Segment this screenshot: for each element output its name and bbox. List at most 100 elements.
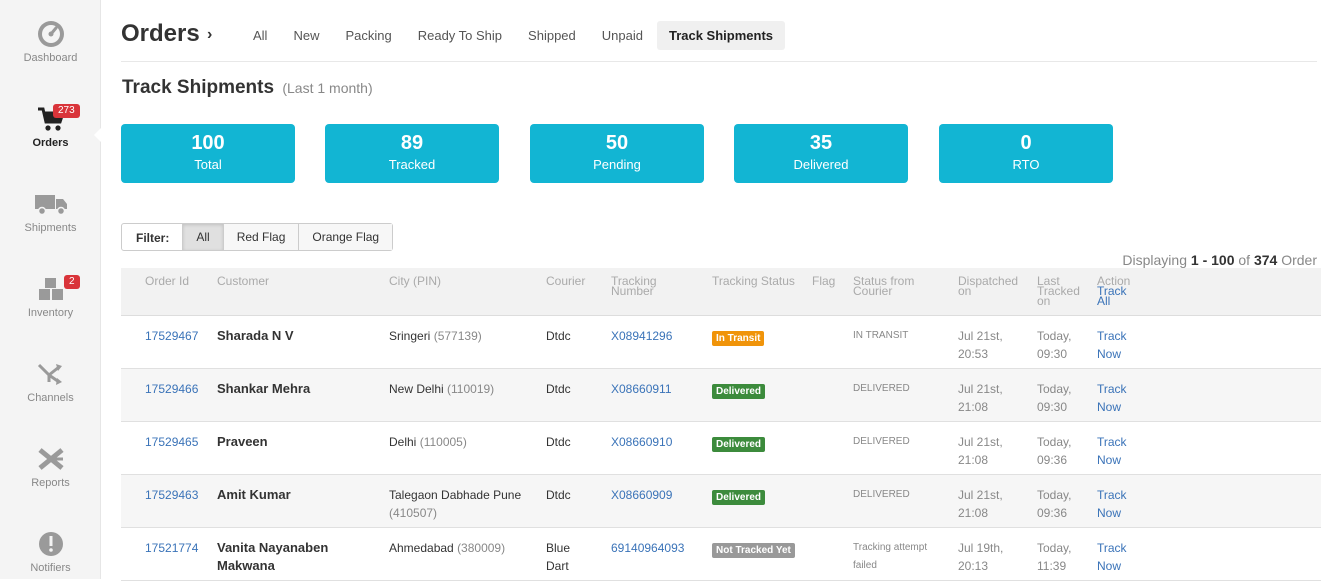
customer-name: Vanita Nayanaben Makwana — [217, 540, 329, 573]
sidebar-item-notifiers[interactable]: Notifiers — [0, 530, 101, 574]
tab-shipped[interactable]: Shipped — [516, 21, 588, 50]
order-id-link[interactable]: 17529465 — [145, 433, 198, 451]
order-id-link[interactable]: 17529466 — [145, 380, 198, 398]
sidebar-item-dashboard[interactable]: Dashboard — [0, 20, 101, 64]
track-now-link[interactable]: Track Now — [1097, 486, 1137, 522]
section-subtitle: (Last 1 month) — [282, 80, 373, 96]
truck-icon — [34, 190, 67, 218]
stat-card-total[interactable]: 100 Total — [121, 124, 295, 183]
track-now-link[interactable]: Track Now — [1097, 539, 1137, 575]
order-id-link[interactable]: 17529467 — [145, 327, 198, 345]
track-now-link[interactable]: Track Now — [1097, 380, 1137, 416]
city: Ahmedabad — [389, 541, 454, 555]
status-badge-cell: In Transit — [712, 328, 765, 346]
courier-status: DELIVERED — [853, 383, 910, 394]
status-badge-cell: Delivered — [712, 434, 766, 452]
filter-label: Filter: — [136, 231, 170, 245]
dispatched-on: Jul 21st, 21:08 — [958, 488, 1003, 520]
col-status-from-courier: Status from Courier — [853, 274, 915, 298]
tracking-number-link[interactable]: X08660911 — [611, 380, 672, 398]
stat-label: Delivered — [793, 157, 849, 172]
tracking-number-link[interactable]: 69140964093 — [611, 539, 684, 557]
city-pin: Sringeri (577139) — [389, 327, 539, 345]
sidebar-item-label: Channels — [27, 392, 74, 404]
customer-name: Sharada N V — [217, 328, 294, 343]
courier: Blue Dart — [546, 541, 571, 573]
last-tracked-on: Today, 09:36 — [1037, 435, 1072, 467]
pin: (110019) — [447, 382, 495, 396]
table-row: 17521774 Vanita Nayanaben Makwana Ahmeda… — [121, 528, 1321, 581]
display-of: of — [1238, 252, 1251, 268]
filter-group: Filter: All Red Flag Orange Flag — [121, 223, 394, 251]
alert-icon — [37, 530, 65, 558]
stat-card-tracked[interactable]: 89 Tracked — [325, 124, 499, 183]
dispatched-on: Jul 21st, 20:53 — [958, 329, 1003, 361]
sidebar-item-label: Shipments — [24, 222, 77, 234]
last-tracked-on: Today, 09:30 — [1037, 329, 1072, 361]
track-now-link[interactable]: Track Now — [1097, 433, 1137, 469]
tab-all[interactable]: All — [241, 21, 279, 50]
dispatched-on: Jul 21st, 21:08 — [958, 382, 1003, 414]
filter-red-flag-button[interactable]: Red Flag — [222, 224, 299, 250]
sidebar-item-reports[interactable]: Reports — [0, 445, 101, 489]
status-badge-cell: Not Tracked Yet — [712, 540, 795, 558]
track-now-link[interactable]: Track Now — [1097, 327, 1137, 363]
display-total: 374 — [1253, 252, 1278, 268]
courier-status: DELIVERED — [853, 436, 910, 447]
table-header: Order Id Customer City (PIN) Courier Tra… — [121, 268, 1321, 316]
status-badge: In Transit — [712, 331, 765, 346]
filter-all-button[interactable]: All — [182, 224, 223, 250]
tab-new[interactable]: New — [281, 21, 331, 50]
order-id-link[interactable]: 17521774 — [145, 539, 198, 557]
last-tracked-on: Today, 09:36 — [1037, 488, 1072, 520]
tab-packing[interactable]: Packing — [333, 21, 403, 50]
stat-value: 0 — [1020, 132, 1032, 154]
customer-name: Praveen — [217, 434, 268, 449]
stat-value: 100 — [191, 132, 225, 154]
sidebar-item-inventory[interactable]: 2 Inventory — [0, 275, 101, 319]
tracking-number-link[interactable]: X08660910 — [611, 433, 672, 451]
sidebar-item-orders[interactable]: 273 Orders — [0, 104, 102, 149]
tracking-number-link[interactable]: X08660909 — [611, 486, 672, 504]
tracking-number-link[interactable]: X08941296 — [611, 327, 672, 345]
sidebar-item-channels[interactable]: Channels — [0, 360, 101, 404]
chevron-right-icon[interactable]: › — [207, 26, 212, 44]
stat-card-pending[interactable]: 50 Pending — [530, 124, 704, 183]
dispatched-on: Jul 21st, 21:08 — [958, 435, 1003, 467]
filter-orange-flag-button[interactable]: Orange Flag — [298, 224, 393, 250]
courier-status: DELIVERED — [853, 489, 910, 500]
display-suffix: Order — [1281, 252, 1317, 268]
courier: Dtdc — [546, 329, 571, 343]
stat-label: Pending — [593, 157, 641, 172]
stat-card-delivered[interactable]: 35 Delivered — [734, 124, 908, 183]
pagination-summary: Displaying 1 - 100 of 374 Order — [1122, 252, 1317, 268]
order-id-link[interactable]: 17529463 — [145, 486, 198, 504]
sidebar-item-label: Dashboard — [23, 52, 78, 64]
stat-value: 35 — [809, 132, 833, 154]
track-all-link[interactable]: Track All — [1097, 285, 1133, 307]
tab-ready-to-ship[interactable]: Ready To Ship — [406, 21, 514, 50]
courier-status: Tracking attempt failed — [853, 542, 928, 571]
status-badge: Delivered — [712, 490, 766, 505]
main-content: Orders › All New Packing Ready To Ship S… — [101, 0, 1321, 581]
last-tracked-on: Today, 11:39 — [1037, 541, 1072, 573]
sidebar-item-label: Reports — [31, 477, 70, 489]
sidebar-item-shipments[interactable]: Shipments — [0, 190, 101, 234]
tab-track-shipments[interactable]: Track Shipments — [656, 21, 786, 50]
col-dispatched-on: Dispatched on — [958, 274, 1019, 298]
stat-label: Tracked — [388, 157, 436, 172]
dashboard-icon — [37, 20, 65, 48]
courier: Dtdc — [546, 435, 571, 449]
sidebar: Dashboard 273 Orders Shipments 2 Invento… — [0, 0, 102, 579]
stat-label: Total — [194, 157, 222, 172]
top-bar: Orders › All New Packing Ready To Ship S… — [121, 18, 1317, 62]
customer-name: Shankar Mehra — [217, 381, 311, 396]
stat-card-rto[interactable]: 0 RTO — [939, 124, 1113, 183]
city-pin: New Delhi (110019) — [389, 380, 539, 398]
city-pin: Ahmedabad (380009) — [389, 539, 539, 557]
display-range: 1 - 100 — [1190, 252, 1235, 268]
table-row: 17529465 Praveen Delhi (110005) Dtdc X08… — [121, 422, 1321, 475]
tab-unpaid[interactable]: Unpaid — [590, 21, 655, 50]
city: Sringeri — [389, 329, 431, 343]
customer-name: Amit Kumar — [217, 487, 291, 502]
